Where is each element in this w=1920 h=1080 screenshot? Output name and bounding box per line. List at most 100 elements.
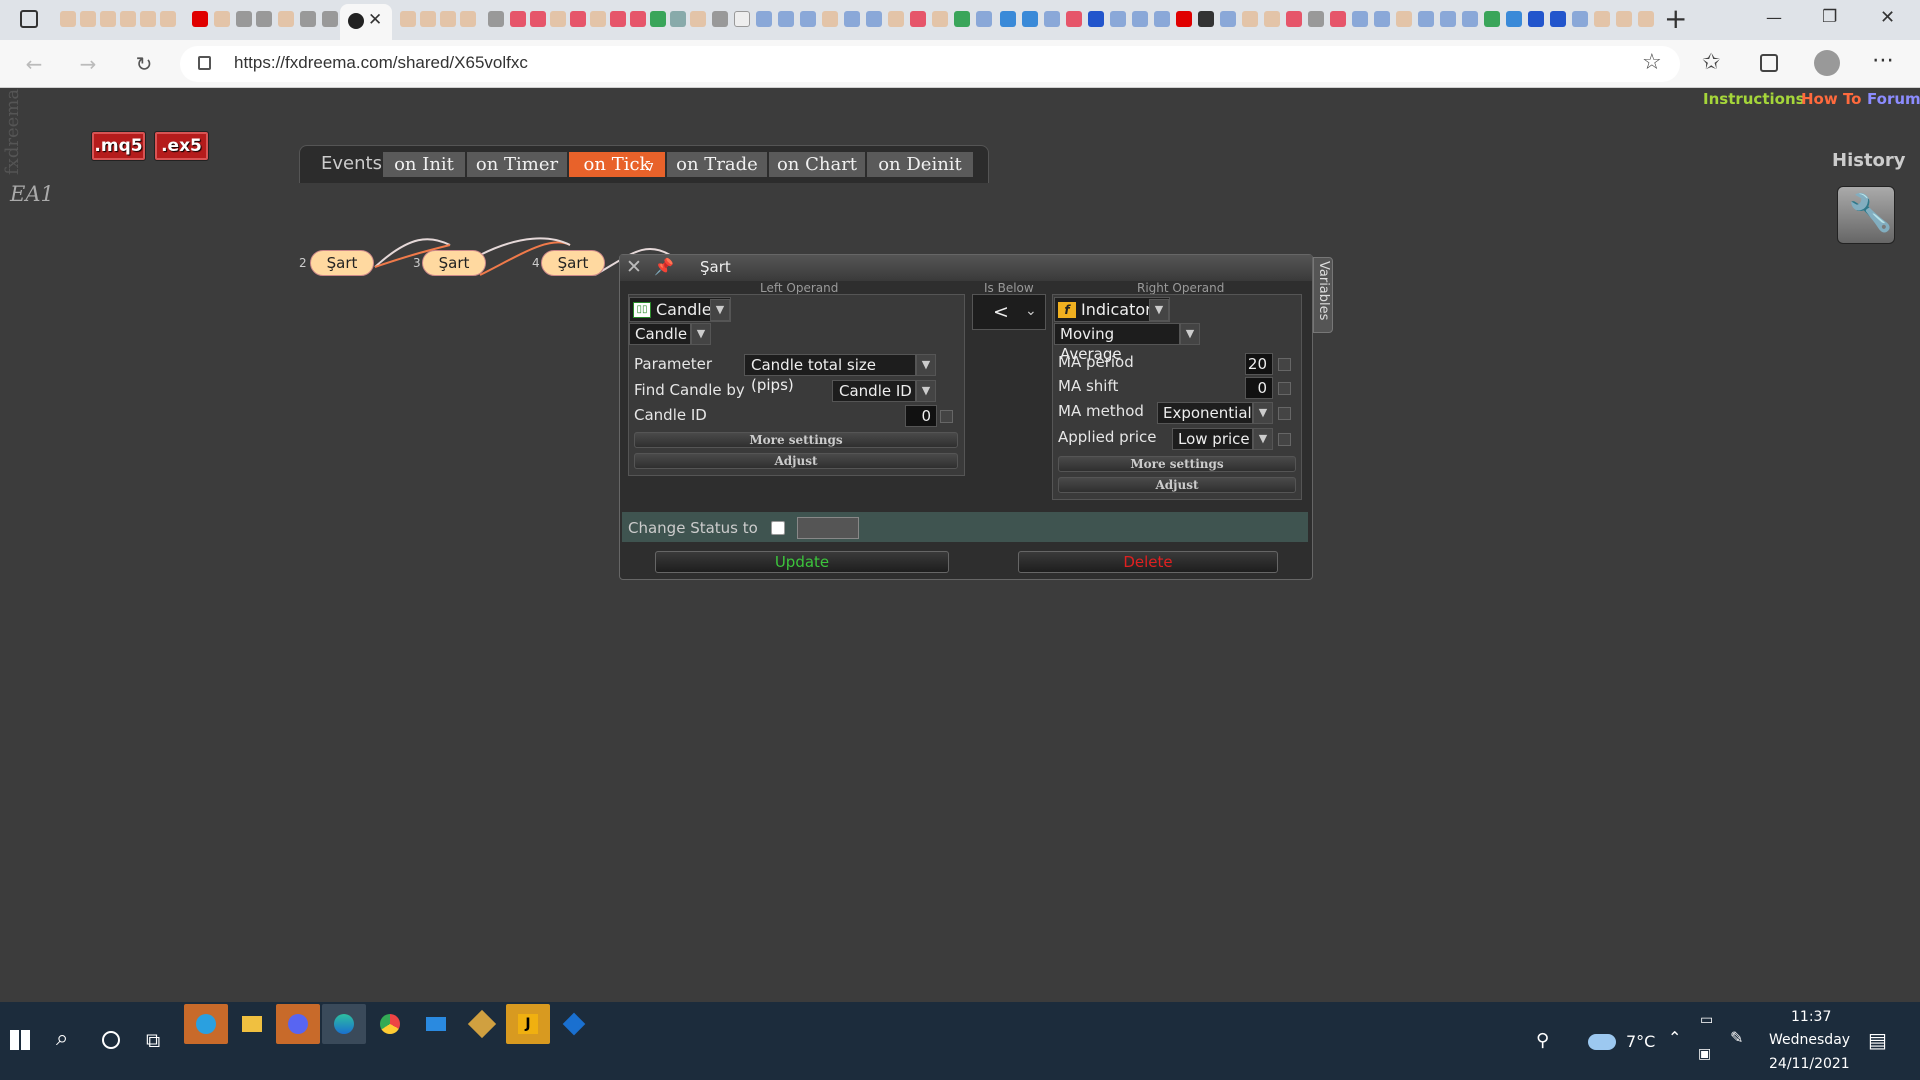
tab-favicon[interactable]: [778, 11, 794, 27]
weather-temp[interactable]: 7°C: [1626, 1032, 1655, 1051]
chevron-down-icon[interactable]: ▼: [1253, 402, 1273, 424]
forum-link[interactable]: Forum: [1867, 90, 1920, 108]
tab-favicon[interactable]: [888, 11, 904, 27]
tab-favicon[interactable]: [1308, 11, 1324, 27]
tab-favicon[interactable]: [488, 11, 504, 27]
tab-favicon[interactable]: [1000, 11, 1016, 27]
chevron-down-icon[interactable]: ▼: [1149, 299, 1169, 321]
node-2[interactable]: Şart: [310, 250, 374, 276]
tab-favicon[interactable]: [1396, 11, 1412, 27]
tab-favicon[interactable]: [1528, 11, 1544, 27]
tab-favicon[interactable]: [530, 11, 546, 27]
ex5-button[interactable]: .ex5: [154, 131, 209, 161]
tab-favicon[interactable]: [1374, 11, 1390, 27]
ma-shift-input[interactable]: 0: [1245, 377, 1273, 399]
edge-app-icon[interactable]: [322, 1004, 366, 1044]
tab-favicon[interactable]: [256, 11, 272, 27]
tab-favicon[interactable]: [1132, 11, 1148, 27]
tab-favicon[interactable]: [80, 11, 96, 27]
chrome-app-icon[interactable]: [368, 1004, 412, 1044]
chevron-down-icon[interactable]: ▼: [1180, 323, 1200, 345]
variables-tab[interactable]: Variables: [1313, 257, 1333, 333]
tab-favicon[interactable]: [1198, 11, 1214, 27]
app-icon[interactable]: J: [506, 1004, 550, 1044]
tab-favicon[interactable]: [322, 11, 338, 27]
tab-favicon[interactable]: [236, 11, 252, 27]
tab-on-chart[interactable]: on Chart: [769, 152, 865, 177]
how-to-link[interactable]: How To: [1801, 90, 1861, 108]
tab-favicon[interactable]: [510, 11, 526, 27]
cortana-icon[interactable]: [102, 1031, 120, 1049]
file-explorer-icon[interactable]: [230, 1004, 274, 1044]
chevron-down-icon[interactable]: ▼: [691, 323, 711, 345]
back-icon[interactable]: ←: [16, 46, 52, 82]
tab-favicon[interactable]: [192, 11, 208, 27]
ma-method-dropdown[interactable]: Exponential: [1157, 402, 1253, 424]
node-3[interactable]: Şart: [422, 250, 486, 276]
candle-id-checkbox[interactable]: [940, 410, 953, 423]
history-label[interactable]: History: [1832, 150, 1906, 171]
applied-price-dropdown[interactable]: Low price: [1172, 428, 1253, 450]
tab-favicon[interactable]: [400, 11, 416, 27]
active-tab[interactable]: ✕: [340, 4, 392, 40]
tab-favicon[interactable]: [822, 11, 838, 27]
clock-date[interactable]: 24/11/2021: [1769, 1056, 1850, 1072]
address-bar[interactable]: https://fxdreema.com/shared/X65volfxc ☆: [180, 46, 1680, 82]
tab-favicon[interactable]: [690, 11, 706, 27]
tab-favicon[interactable]: [460, 11, 476, 27]
chevron-down-icon[interactable]: ▼: [916, 354, 936, 376]
tab-favicon[interactable]: [1044, 11, 1060, 27]
tab-favicon[interactable]: [1088, 11, 1104, 27]
search-icon[interactable]: ⌕: [56, 1026, 68, 1051]
tab-favicon[interactable]: [550, 11, 566, 27]
tab-favicon[interactable]: [1022, 11, 1038, 27]
tab-favicon[interactable]: [910, 11, 926, 27]
tab-favicon[interactable]: [800, 11, 816, 27]
tab-favicon[interactable]: [630, 11, 646, 27]
tab-favicon[interactable]: [1572, 11, 1588, 27]
right-subtype-dropdown[interactable]: Moving Average: [1054, 323, 1180, 363]
ma-period-input[interactable]: 20: [1245, 353, 1273, 375]
tab-favicon[interactable]: [590, 11, 606, 27]
minimize-button[interactable]: —: [1766, 8, 1782, 27]
tab-favicon[interactable]: [610, 11, 626, 27]
tab-favicon[interactable]: [120, 11, 136, 27]
weather-cloud-icon[interactable]: [1588, 1034, 1616, 1050]
candle-id-input[interactable]: 0: [905, 405, 937, 427]
chevron-down-icon[interactable]: ▼: [710, 299, 730, 321]
collections-icon[interactable]: [1760, 54, 1778, 72]
tab-favicon[interactable]: [1616, 11, 1632, 27]
left-type-dropdown[interactable]: ▯▯ Candle ▼: [629, 297, 731, 322]
tab-favicon[interactable]: [440, 11, 456, 27]
delete-button[interactable]: Delete: [1018, 551, 1278, 573]
right-more-settings-button[interactable]: More settings: [1058, 456, 1296, 472]
project-name[interactable]: EA1: [10, 182, 54, 206]
left-more-settings-button[interactable]: More settings: [634, 432, 958, 448]
mail-app-icon[interactable]: [414, 1004, 458, 1044]
tab-on-deinit[interactable]: on Deinit: [867, 152, 973, 177]
vscode-app-icon[interactable]: [552, 1004, 596, 1044]
change-status-checkbox[interactable]: [771, 521, 785, 535]
tab-favicon[interactable]: [1066, 11, 1082, 27]
tab-favicon[interactable]: [140, 11, 156, 27]
pin-icon[interactable]: 📌: [654, 257, 674, 276]
tools-wrench-button[interactable]: 🔧: [1837, 186, 1895, 244]
tab-favicon[interactable]: [570, 11, 586, 27]
tab-favicon[interactable]: [214, 11, 230, 27]
discord-app-icon[interactable]: [276, 1004, 320, 1044]
tab-favicon[interactable]: [712, 11, 728, 27]
start-windows-icon[interactable]: [10, 1030, 30, 1050]
app-icon[interactable]: [460, 1004, 504, 1044]
dialog-titlebar[interactable]: ✕ 📌 Şart: [620, 255, 1312, 281]
settings-more-icon[interactable]: ⋯: [1872, 48, 1894, 73]
tab-favicon[interactable]: [300, 11, 316, 27]
close-dialog-icon[interactable]: ✕: [626, 256, 642, 278]
tab-favicon[interactable]: [278, 11, 294, 27]
tab-favicon[interactable]: [100, 11, 116, 27]
tab-favicon[interactable]: [866, 11, 882, 27]
tab-on-timer[interactable]: on Timer: [467, 152, 567, 177]
parameter-dropdown[interactable]: Candle total size (pips): [744, 354, 916, 394]
people-icon[interactable]: ⚲: [1536, 1030, 1549, 1051]
right-type-dropdown[interactable]: f Indicator ▼: [1054, 297, 1170, 322]
tab-favicon[interactable]: [1110, 11, 1126, 27]
